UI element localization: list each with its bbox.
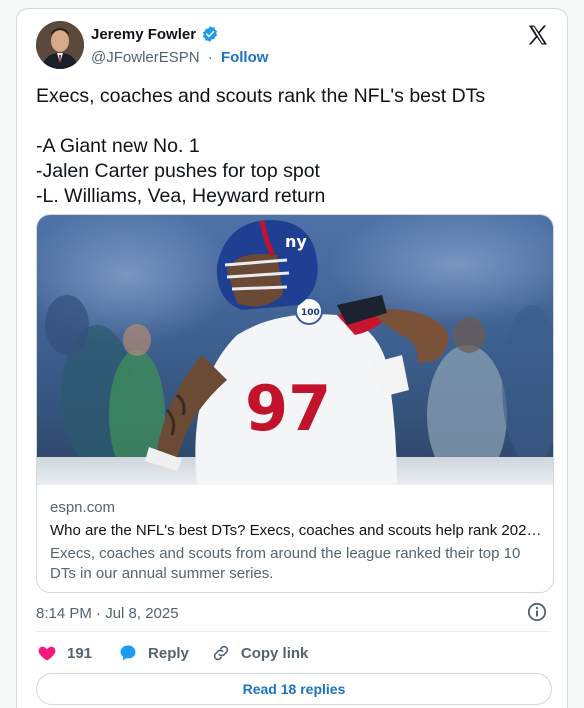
- info-icon[interactable]: [527, 602, 547, 622]
- like-button[interactable]: 191: [37, 643, 92, 663]
- link-preview-card[interactable]: 97 100 ny espn.com Who are the NFL's bes…: [36, 214, 554, 593]
- reply-bubble-icon: [120, 645, 136, 661]
- copy-link-label: Copy link: [240, 644, 309, 662]
- link-title[interactable]: Who are the NFL's best DTs? Execs, coach…: [50, 522, 545, 539]
- anniversary-patch: 100: [301, 308, 320, 318]
- link-description: Execs, coaches and scouts from around th…: [50, 545, 521, 582]
- link-domain: espn.com: [50, 499, 116, 516]
- link-info: espn.com Who are the NFL's best DTs? Exe…: [50, 499, 545, 584]
- action-bar: 191 Reply Copy link: [37, 643, 308, 663]
- tweet-text: Execs, coaches and scouts rank the NFL's…: [36, 85, 486, 207]
- tweet-timestamp[interactable]: 8:14 PM · Jul 8, 2025: [36, 605, 179, 622]
- x-logo-icon[interactable]: [526, 23, 550, 47]
- link-icon: [213, 645, 229, 661]
- verified-badge-icon: [201, 25, 219, 43]
- like-count: 191: [67, 644, 93, 662]
- reply-label: Reply: [148, 644, 189, 662]
- article-photo: 97 100 ny: [37, 215, 553, 485]
- avatar[interactable]: [36, 21, 84, 69]
- tweet-card: Jeremy Fowler @JFowlerESPN · Follow Exec…: [16, 8, 568, 708]
- author-name-row[interactable]: Jeremy Fowler: [91, 25, 219, 43]
- copy-link-button[interactable]: Copy link: [211, 643, 309, 663]
- author-handle[interactable]: @JFowlerESPN: [91, 49, 200, 66]
- author-handle-row: @JFowlerESPN · Follow: [91, 49, 268, 66]
- reply-button[interactable]: Reply: [118, 643, 189, 663]
- read-replies-button[interactable]: Read 18 replies: [36, 673, 552, 705]
- author-name[interactable]: Jeremy Fowler: [91, 26, 196, 43]
- heart-icon: [38, 646, 56, 661]
- separator: ·: [207, 49, 213, 66]
- helmet-logo: ny: [285, 232, 307, 251]
- divider: [36, 631, 551, 632]
- jersey-number: 97: [245, 372, 331, 445]
- follow-button[interactable]: Follow: [221, 49, 269, 66]
